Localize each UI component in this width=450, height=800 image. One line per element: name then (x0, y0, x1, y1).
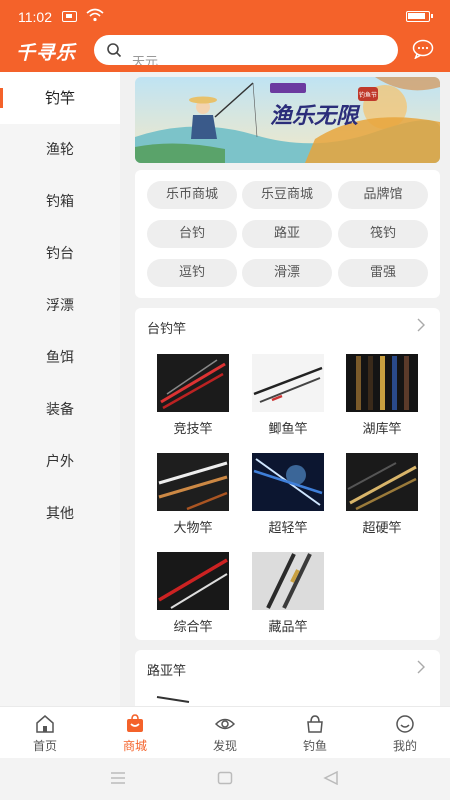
home-icon (36, 715, 54, 733)
eye-icon (215, 718, 235, 730)
product-item[interactable]: 综合竿 (148, 552, 238, 635)
shortcut-tags: 乐币商城 乐豆商城 品牌馆 台钓 路亚 筏钓 逗钓 滑漂 雷强 (135, 170, 440, 298)
category-sidebar: 钓竿 渔轮 钓箱 钓台 浮漂 鱼饵 装备 户外 其他 (0, 72, 120, 706)
product-image (252, 453, 324, 511)
tag-leiqiang[interactable]: 雷强 (338, 259, 428, 287)
nav-mine[interactable]: 我的 (360, 707, 450, 759)
category-item-outdoor[interactable]: 户外 (0, 436, 120, 488)
product-label: 鲫鱼竿 (268, 422, 308, 437)
category-item-platform[interactable]: 钓台 (0, 228, 120, 280)
bottom-navigation: 首页 商城 发现 钓鱼 我的 (0, 706, 450, 758)
nav-mall[interactable]: 商城 (90, 707, 180, 759)
product-label: 大物竿 (173, 521, 213, 536)
home-square-icon[interactable] (217, 771, 233, 785)
main-content: 钓鱼节 渔乐无限 乐币商城 乐豆商城 品牌馆 台钓 路亚 筏钓 逗钓 滑漂 雷强… (120, 72, 450, 706)
product-item[interactable]: 鲫鱼竿 (243, 354, 333, 437)
product-image (252, 552, 324, 610)
nav-label: 首页 (32, 739, 57, 753)
shop-icon (127, 714, 143, 732)
promo-banner[interactable]: 钓鱼节 渔乐无限 (135, 77, 440, 163)
product-label: 竞技竿 (173, 422, 213, 437)
nav-label: 商城 (122, 739, 147, 753)
tag-doudiao[interactable]: 逗钓 (147, 259, 237, 287)
category-item-tackle-box[interactable]: 钓箱 (0, 176, 120, 228)
category-item-gear[interactable]: 装备 (0, 384, 120, 436)
tag-ledou-mall[interactable]: 乐豆商城 (242, 181, 332, 209)
search-placeholder: 天元 (132, 55, 159, 65)
tag-fadiao[interactable]: 筏钓 (338, 220, 428, 248)
banner-badge: 钓鱼节 (359, 91, 377, 99)
category-item-other[interactable]: 其他 (0, 488, 120, 540)
product-image (346, 453, 418, 511)
nav-label: 发现 (212, 739, 237, 753)
product-image (157, 552, 229, 610)
bag-icon (307, 715, 323, 733)
chevron-right-icon[interactable] (416, 660, 426, 674)
nav-label: 我的 (392, 739, 417, 753)
category-item-bait[interactable]: 鱼饵 (0, 332, 120, 384)
system-navigation-bar (0, 758, 450, 800)
smile-icon (396, 715, 414, 733)
sim-icon (62, 11, 77, 22)
tag-taidiao[interactable]: 台钓 (147, 220, 237, 248)
product-label: 湖库竿 (362, 422, 402, 437)
banner-title: 渔乐无限 (270, 103, 361, 129)
nav-discover[interactable]: 发现 (180, 707, 270, 759)
nav-home[interactable]: 首页 (0, 707, 90, 759)
product-image (157, 354, 229, 412)
chevron-right-icon[interactable] (416, 318, 426, 332)
search-input[interactable]: 天元 (94, 35, 398, 65)
top-bar: 11:02 千寻乐 天元 (0, 0, 450, 72)
nav-fishing[interactable]: 钓鱼 (270, 707, 360, 759)
back-icon[interactable] (323, 771, 339, 785)
product-label: 藏品竿 (268, 620, 308, 635)
nav-label: 钓鱼 (302, 739, 327, 753)
product-item[interactable]: 竞技竿 (148, 354, 238, 437)
product-image (156, 696, 190, 703)
tag-luya[interactable]: 路亚 (242, 220, 332, 248)
product-item[interactable]: 湖库竿 (337, 354, 427, 437)
product-image (252, 354, 324, 412)
section-taidiao-rods: 台钓竿 竞技竿 鲫鱼竿 湖库竿 大物竿 超轻竿 超硬竿 综合竿 藏品竿 (135, 308, 440, 640)
chat-icon[interactable] (412, 39, 434, 59)
product-label: 综合竿 (173, 620, 213, 635)
status-time: 11:02 (18, 9, 52, 25)
tag-brand-hall[interactable]: 品牌馆 (338, 181, 428, 209)
tag-huapiao[interactable]: 滑漂 (242, 259, 332, 287)
category-item-reel[interactable]: 渔轮 (0, 124, 120, 176)
product-item[interactable]: 超硬竿 (337, 453, 427, 536)
wifi-icon (86, 8, 104, 22)
product-label: 超硬竿 (362, 521, 402, 536)
product-label: 超轻竿 (268, 521, 308, 536)
product-image (346, 354, 418, 412)
section-title: 路亚竿 (147, 664, 187, 679)
product-item[interactable]: 大物竿 (148, 453, 238, 536)
product-image (157, 453, 229, 511)
battery-icon (406, 11, 433, 22)
banner-image: 钓鱼节 渔乐无限 (135, 77, 440, 163)
app-logo[interactable]: 千寻乐 (16, 38, 76, 65)
product-item[interactable]: 超轻竿 (243, 453, 333, 536)
search-icon (107, 43, 122, 58)
category-item-rod[interactable]: 钓竿 (0, 72, 120, 124)
menu-icon[interactable] (110, 771, 126, 785)
tag-lebi-mall[interactable]: 乐币商城 (147, 181, 237, 209)
section-luya-rods: 路亚竿 (135, 650, 440, 706)
product-item[interactable]: 藏品竿 (243, 552, 333, 635)
category-item-float[interactable]: 浮漂 (0, 280, 120, 332)
section-title: 台钓竿 (147, 322, 187, 337)
status-bar: 11:02 (0, 0, 450, 32)
